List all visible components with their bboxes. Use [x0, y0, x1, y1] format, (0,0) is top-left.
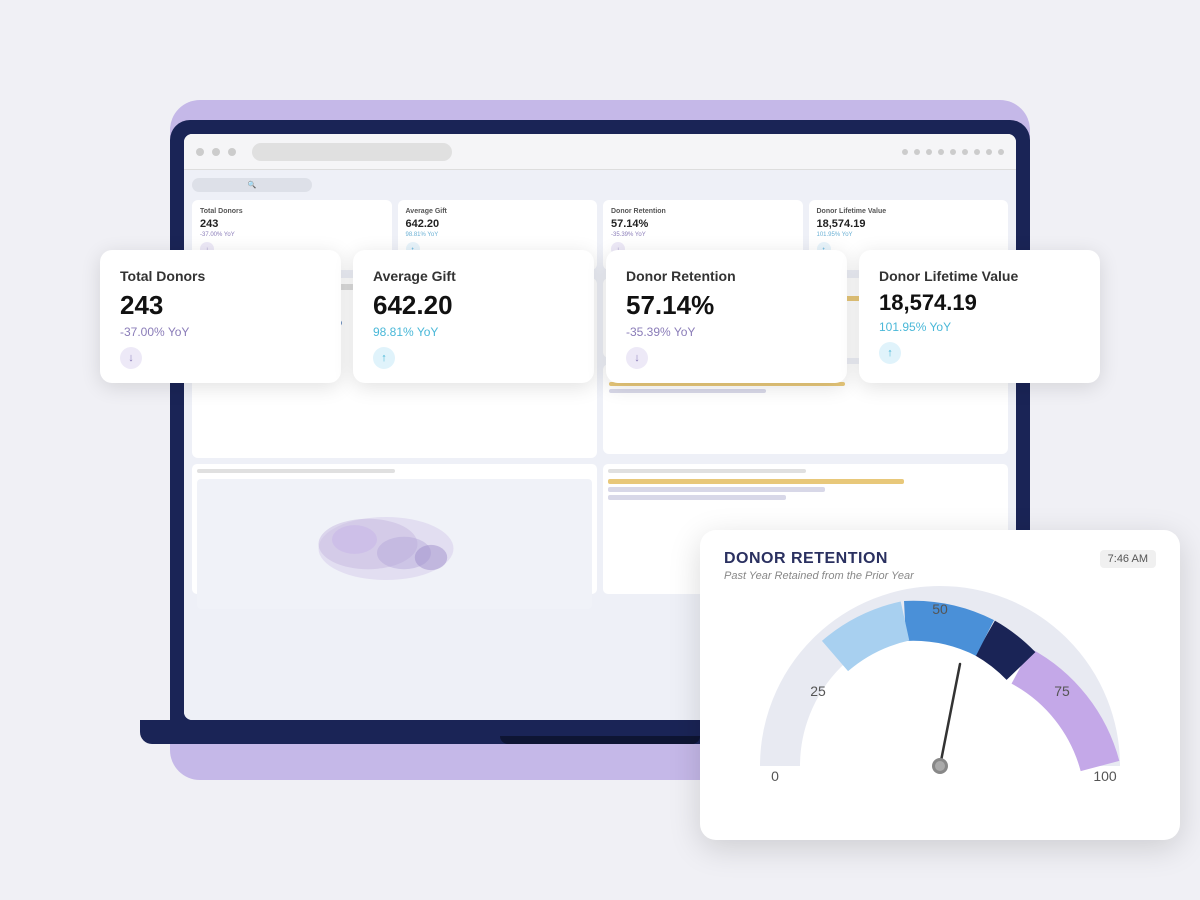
- browser-nav-icons: [902, 149, 1004, 155]
- second-bars: [608, 479, 1003, 500]
- kpi-yoy-2: 98.81% YoY: [373, 325, 574, 339]
- kpi-icon-1: ↓: [120, 347, 142, 369]
- kpi-icon-2: ↑: [373, 347, 395, 369]
- mini-kpi-3-label: Donor Retention: [611, 208, 795, 215]
- kpi-icon-4: ↑: [879, 342, 901, 364]
- map-title-bar: [197, 469, 395, 473]
- gauge-label-0: 0: [771, 768, 779, 784]
- nav-dot-4: [938, 149, 944, 155]
- gauge-needle-center: [935, 761, 945, 771]
- gauge-needle: [940, 664, 960, 766]
- browser-chrome: [184, 134, 1016, 170]
- kpi-label-4: Donor Lifetime Value: [879, 268, 1080, 284]
- mini-kpi-1-value: 243: [200, 218, 384, 230]
- map-placeholder: [197, 479, 592, 609]
- kpi-yoy-1: -37.00% YoY: [120, 325, 321, 339]
- retention-title-group: DONOR RETENTION Past Year Retained from …: [724, 550, 914, 582]
- retention-title: DONOR RETENTION: [724, 550, 914, 568]
- nav-dot-7: [974, 149, 980, 155]
- map-card: [192, 464, 597, 594]
- kpi-card-avg-gift: Average Gift 642.20 98.81% YoY ↑: [353, 250, 594, 383]
- nav-dot-9: [998, 149, 1004, 155]
- nav-dot-2: [914, 149, 920, 155]
- kpi-value-2: 642.20: [373, 290, 574, 321]
- kpi-yoy-3: -35.39% YoY: [626, 325, 827, 339]
- retention-overlay: DONOR RETENTION Past Year Retained from …: [700, 530, 1180, 840]
- kpi-label-2: Average Gift: [373, 268, 574, 284]
- second-bar-title: [608, 469, 806, 473]
- nav-dot-1: [902, 149, 908, 155]
- retention-subtitle: Past Year Retained from the Prior Year: [724, 570, 914, 582]
- right-mid-bars: [609, 382, 1002, 393]
- mini-kpi-2-yoy: 98.81% YoY: [406, 232, 590, 238]
- mini-kpi-4-value: 18,574.19: [817, 218, 1001, 230]
- sb-1: [608, 479, 904, 484]
- mini-kpi-2-value: 642.20: [406, 218, 590, 230]
- browser-dot-3: [228, 148, 236, 156]
- gauge-label-25: 25: [810, 683, 826, 699]
- rmbar-2: [609, 389, 766, 393]
- retention-time: 7:46 AM: [1100, 550, 1156, 568]
- mini-kpi-3-yoy: -35.39% YoY: [611, 232, 795, 238]
- mini-kpi-2-label: Average Gift: [406, 208, 590, 215]
- kpi-value-4: 18,574.19: [879, 290, 1080, 316]
- search-bar[interactable]: [192, 178, 312, 192]
- mini-kpi-4-yoy: 101.95% YoY: [817, 232, 1001, 238]
- nav-dot-5: [950, 149, 956, 155]
- mini-kpi-1-yoy: -37.00% YoY: [200, 232, 384, 238]
- kpi-value-1: 243: [120, 290, 321, 321]
- us-map-svg: [305, 499, 485, 589]
- kpi-card-lifetime-value: Donor Lifetime Value 18,574.19 101.95% Y…: [859, 250, 1100, 383]
- kpi-card-total-donors: Total Donors 243 -37.00% YoY ↓: [100, 250, 341, 383]
- nav-dot-8: [986, 149, 992, 155]
- gauge-container: 0 25 50 75 100: [724, 586, 1156, 806]
- overlay-kpi-cards: Total Donors 243 -37.00% YoY ↓ Average G…: [100, 250, 1100, 383]
- sb-3: [608, 495, 786, 500]
- gauge-svg: 0 25 50 75 100: [750, 586, 1130, 806]
- kpi-label-3: Donor Retention: [626, 268, 827, 284]
- kpi-label-1: Total Donors: [120, 268, 321, 284]
- search-row: [192, 178, 1008, 192]
- browser-dot-1: [196, 148, 204, 156]
- nav-dot-6: [962, 149, 968, 155]
- mini-kpi-1-label: Total Donors: [200, 208, 384, 215]
- gauge-label-75: 75: [1054, 683, 1070, 699]
- gauge-label-100: 100: [1093, 768, 1117, 784]
- scene: Total Donors 243 -37.00% YoY ↓ Average G…: [50, 40, 1150, 860]
- nav-dot-3: [926, 149, 932, 155]
- browser-url-bar[interactable]: [252, 143, 452, 161]
- retention-header: DONOR RETENTION Past Year Retained from …: [724, 550, 1156, 582]
- mini-kpi-4-label: Donor Lifetime Value: [817, 208, 1001, 215]
- sb-2: [608, 487, 825, 492]
- gauge-label-50: 50: [932, 601, 948, 617]
- mini-kpi-3-value: 57.14%: [611, 218, 795, 230]
- kpi-icon-3: ↓: [626, 347, 648, 369]
- browser-dot-2: [212, 148, 220, 156]
- kpi-yoy-4: 101.95% YoY: [879, 320, 1080, 334]
- kpi-card-retention: Donor Retention 57.14% -35.39% YoY ↓: [606, 250, 847, 383]
- kpi-value-3: 57.14%: [626, 290, 827, 321]
